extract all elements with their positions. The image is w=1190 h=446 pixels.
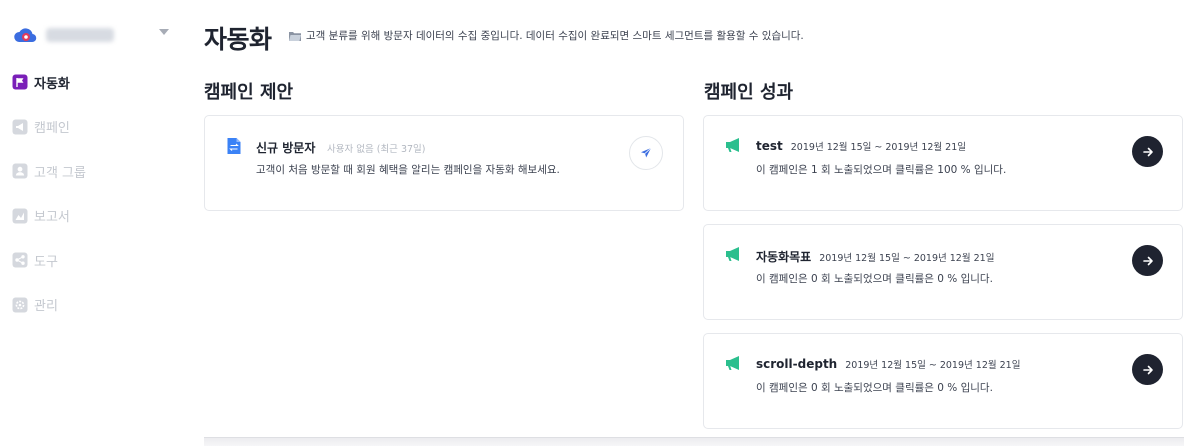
campaign-name: scroll-depth 2019년 12월 15일 ~ 2019년 12월 21… xyxy=(756,357,1020,371)
sidebar-item-campaign[interactable]: 캠페인 xyxy=(12,116,182,138)
campaign-performance-card[interactable]: 자동화목표 2019년 12월 15일 ~ 2019년 12월 21일 이 캠페인… xyxy=(703,224,1183,320)
user-icon xyxy=(12,163,28,179)
campaign-proposal-card[interactable]: 신규 방문자 사용자 없음 (최근 37일) 고객이 처음 방문할 때 회원 혜… xyxy=(204,115,684,211)
proposal-title: 신규 방문자 xyxy=(256,141,316,155)
folder-icon xyxy=(289,31,301,41)
document-icon xyxy=(227,138,241,154)
arrow-right-icon xyxy=(1142,365,1153,374)
sidebar-item-automation[interactable]: 자동화 xyxy=(12,71,182,93)
sidebar: workspace 자동화 캠페인 고객 그룹 보고서 xyxy=(0,0,186,446)
sidebar-item-settings[interactable]: 관리 xyxy=(12,294,182,316)
create-campaign-button[interactable] xyxy=(629,136,663,170)
campaign-stats: 이 캠페인은 0 회 노출되었으며 클릭률은 0 % 입니다. xyxy=(756,273,993,285)
chart-icon xyxy=(12,208,28,224)
sidebar-item-label: 관리 xyxy=(34,299,58,314)
campaign-date-range: 2019년 12월 15일 ~ 2019년 12월 21일 xyxy=(790,142,966,153)
campaign-stats: 이 캠페인은 1 회 노출되었으며 클릭률은 100 % 입니다. xyxy=(756,164,1007,176)
sidebar-item-customer-group[interactable]: 고객 그룹 xyxy=(12,160,182,182)
sidebar-item-label: 캠페인 xyxy=(34,121,70,136)
flag-icon xyxy=(12,74,28,90)
sidebar-nav: 자동화 캠페인 고객 그룹 보고서 도구 관리 xyxy=(12,71,182,338)
sidebar-item-label: 고객 그룹 xyxy=(34,165,86,181)
page-title: 자동화 xyxy=(204,25,272,54)
arrow-right-icon xyxy=(1142,147,1153,156)
performance-section-title: 캠페인 성과 xyxy=(704,82,794,103)
megaphone-icon xyxy=(726,138,739,152)
open-campaign-button[interactable] xyxy=(1132,136,1163,167)
open-campaign-button[interactable] xyxy=(1132,354,1163,385)
sidebar-item-label: 자동화 xyxy=(34,76,70,92)
workspace-switcher[interactable]: workspace xyxy=(12,20,176,50)
proposal-meta: 사용자 없음 (최근 37일) xyxy=(327,144,426,155)
open-campaign-button[interactable] xyxy=(1132,245,1163,276)
campaign-date-range: 2019년 12월 15일 ~ 2019년 12월 21일 xyxy=(845,360,1021,371)
arrow-right-icon xyxy=(1142,256,1153,265)
share-icon xyxy=(12,252,28,268)
sidebar-item-label: 도구 xyxy=(34,254,58,270)
campaign-date-range: 2019년 12월 15일 ~ 2019년 12월 21일 xyxy=(819,253,995,264)
campaign-name-text: scroll-depth xyxy=(756,357,838,371)
sidebar-item-label: 보고서 xyxy=(34,210,70,225)
campaign-performance-card[interactable]: test 2019년 12월 15일 ~ 2019년 12월 21일 이 캠페인은… xyxy=(703,115,1183,211)
workspace-name: workspace xyxy=(46,28,114,42)
proposals-section-title: 캠페인 제안 xyxy=(204,82,294,103)
campaign-name-text: 자동화목표 xyxy=(756,250,812,264)
campaign-name: test 2019년 12월 15일 ~ 2019년 12월 21일 xyxy=(756,139,966,153)
campaign-name: 자동화목표 2019년 12월 15일 ~ 2019년 12월 21일 xyxy=(756,248,994,265)
gear-icon xyxy=(12,297,28,313)
megaphone-icon xyxy=(12,119,28,135)
megaphone-icon xyxy=(726,247,739,261)
cloud-logo-icon xyxy=(14,28,37,43)
megaphone-icon xyxy=(726,356,739,370)
sidebar-item-tools[interactable]: 도구 xyxy=(12,249,182,271)
campaign-name-text: test xyxy=(756,139,783,153)
proposal-description: 고객이 처음 방문할 때 회원 혜택을 알리는 캠페인을 자동화 해보세요. xyxy=(256,164,560,176)
notice-text: 고객 분류를 위해 방문자 데이터의 수집 중입니다. 데이터 수집이 완료되면… xyxy=(306,30,804,42)
content-bottom-edge xyxy=(204,437,1184,446)
sidebar-item-report[interactable]: 보고서 xyxy=(12,205,182,227)
campaign-stats: 이 캠페인은 0 회 노출되었으며 클릭률은 0 % 입니다. xyxy=(756,382,993,394)
collection-notice: 고객 분류를 위해 방문자 데이터의 수집 중입니다. 데이터 수집이 완료되면… xyxy=(288,28,804,43)
chevron-down-icon[interactable] xyxy=(159,29,169,35)
paper-plane-icon xyxy=(641,147,652,158)
campaign-performance-card[interactable]: scroll-depth 2019년 12월 15일 ~ 2019년 12월 21… xyxy=(703,333,1183,429)
